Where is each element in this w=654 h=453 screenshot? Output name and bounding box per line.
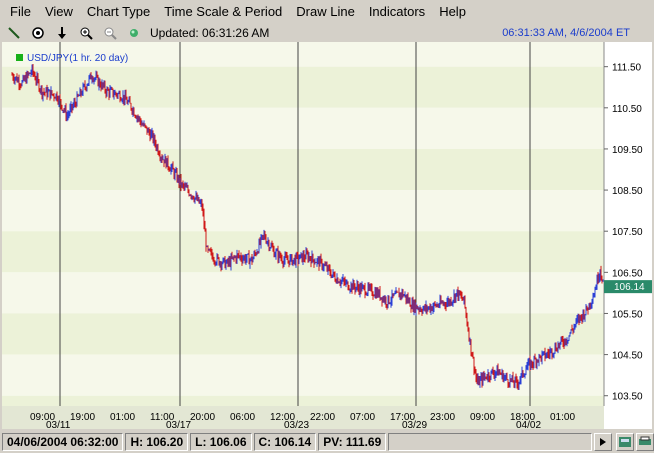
y-tick-label: 111.50 (612, 63, 642, 74)
toolbar: Updated: 06:31:26 AM 06:31:33 AM, 4/6/20… (0, 24, 654, 42)
menu-draw-line[interactable]: Draw Line (290, 0, 361, 24)
x-tick-label: 23:00 (430, 412, 455, 423)
x-tick-label: 07:00 (350, 412, 375, 423)
x-date-label: 03/11 (46, 420, 71, 429)
grid-band (2, 354, 604, 396)
grid-band (2, 148, 604, 191)
grid-band (2, 190, 604, 232)
x-tick-label: 20:00 (190, 412, 215, 423)
x-date-label: 03/29 (402, 420, 427, 429)
y-tick-label: 110.50 (612, 104, 642, 115)
window-layout-icon[interactable] (616, 433, 634, 451)
current-clock: 06:31:33 AM, 4/6/2004 ET (502, 27, 630, 39)
print-icon[interactable] (636, 433, 654, 451)
y-tick-label: 105.50 (612, 309, 643, 320)
x-date-label: 03/23 (284, 420, 309, 429)
grid-band (2, 395, 604, 406)
refresh-icon[interactable] (124, 25, 144, 41)
menu-indicators[interactable]: Indicators (363, 0, 431, 24)
grid-band (2, 107, 604, 149)
menu-bar: File View Chart Type Time Scale & Period… (0, 0, 654, 24)
legend-label: USD/JPY(1 hr. 20 day) (27, 53, 128, 64)
legend-swatch (16, 54, 23, 61)
status-pv: PV: 111.69 (318, 433, 387, 451)
menu-file[interactable]: File (4, 0, 37, 24)
x-tick-label: 01:00 (550, 412, 575, 423)
x-date-label: 03/17 (166, 420, 191, 429)
price-chart[interactable]: 111.50 110.50 109.50 108.50 107.50 106.50 105.… (2, 42, 652, 431)
horizontal-scrollbar[interactable] (388, 433, 592, 451)
crosshair-icon[interactable] (28, 25, 48, 41)
status-high: H: 106.20 (125, 433, 189, 451)
x-tick-label: 22:00 (310, 412, 335, 423)
grid-band (2, 313, 604, 355)
status-low: L: 106.06 (190, 433, 252, 451)
down-arrow-icon[interactable] (52, 25, 72, 41)
grid-band (2, 66, 604, 108)
x-tick-label: 19:00 (70, 412, 95, 423)
legend: USD/JPY(1 hr. 20 day) (16, 53, 128, 64)
y-tick-label: 104.50 (612, 351, 643, 362)
grid-band (2, 272, 604, 314)
y-tick-label: 109.50 (612, 145, 643, 156)
updated-time: Updated: 06:31:26 AM (150, 26, 270, 40)
x-tick-label: 01:00 (110, 412, 135, 423)
x-tick-label: 09:00 (470, 412, 495, 423)
zoom-out-icon[interactable] (100, 25, 120, 41)
menu-help[interactable]: Help (433, 0, 472, 24)
zoom-in-icon[interactable] (76, 25, 96, 41)
status-bar: 04/06/2004 06:32:00 H: 106.20 L: 106.06 … (0, 431, 654, 453)
chart-area[interactable]: 111.50 110.50 109.50 108.50 107.50 106.50 105.… (2, 42, 652, 431)
menu-time-scale[interactable]: Time Scale & Period (158, 0, 288, 24)
last-price-value: 106.14 (614, 282, 645, 293)
scroll-right-button[interactable] (594, 433, 612, 451)
x-tick-label: 06:00 (230, 412, 255, 423)
menu-view[interactable]: View (39, 0, 79, 24)
status-close: C: 106.14 (253, 433, 317, 451)
status-datetime: 04/06/2004 06:32:00 (2, 433, 124, 451)
y-tick-label: 107.50 (612, 227, 643, 238)
x-date-label: 04/02 (516, 420, 541, 429)
y-tick-label: 106.50 (612, 268, 643, 279)
last-price-badge: 106.14 (604, 280, 652, 294)
menu-chart-type[interactable]: Chart Type (81, 0, 156, 24)
y-tick-label: 103.50 (612, 392, 643, 403)
y-tick-label: 108.50 (612, 186, 643, 197)
draw-line-icon[interactable] (4, 25, 24, 41)
